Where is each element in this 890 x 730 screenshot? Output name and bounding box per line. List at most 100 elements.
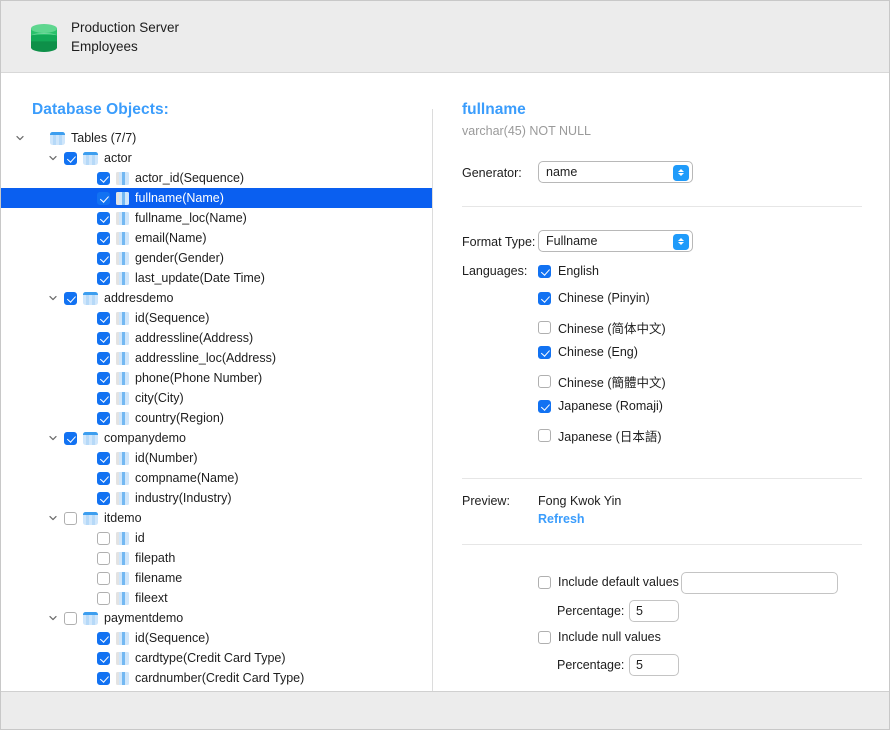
tree-item-label: filepath xyxy=(135,548,175,568)
tree-item-addresdemo[interactable]: addresdemo xyxy=(1,288,432,308)
tree-item-checkbox[interactable] xyxy=(97,452,110,465)
column-icon xyxy=(116,412,129,425)
column-icon xyxy=(116,572,129,585)
tree-item-actor-id-sequence[interactable]: actor_id(Sequence) xyxy=(1,168,432,188)
language-checkbox-chinese-eng[interactable]: Chinese (Eng) xyxy=(538,345,638,359)
selected-field-type: varchar(45) NOT NULL xyxy=(462,124,591,138)
tree-item-addressline-address[interactable]: addressline(Address) xyxy=(1,328,432,348)
page-title: Database Objects: xyxy=(32,101,169,119)
refresh-link[interactable]: Refresh xyxy=(538,512,585,526)
tree-item-checkbox[interactable] xyxy=(97,572,110,585)
generator-select[interactable]: name xyxy=(538,161,693,183)
chevron-down-icon[interactable] xyxy=(46,511,60,525)
tree-item-country-region[interactable]: country(Region) xyxy=(1,408,432,428)
tree-item-checkbox[interactable] xyxy=(97,412,110,425)
tree-item-label: Tables (7/7) xyxy=(71,128,136,148)
tree-item-label: fullname(Name) xyxy=(135,188,224,208)
tree-item-checkbox[interactable] xyxy=(97,552,110,565)
language-checkbox-chinese-pinyin[interactable]: Chinese (Pinyin) xyxy=(538,291,650,305)
tree-item-checkbox[interactable] xyxy=(97,252,110,265)
include-null-values-checkbox[interactable]: Include null values xyxy=(538,630,661,644)
tree-item-id-sequence[interactable]: id(Sequence) xyxy=(1,308,432,328)
tree-item-itdemo[interactable]: itdemo xyxy=(1,508,432,528)
tree-item-city-city[interactable]: city(City) xyxy=(1,388,432,408)
tree-item-fileext[interactable]: fileext xyxy=(1,588,432,608)
tree-item-tables-7-7[interactable]: Tables (7/7) xyxy=(1,128,432,148)
tree-item-label: city(City) xyxy=(135,388,184,408)
preview-label: Preview: xyxy=(462,494,510,508)
column-icon xyxy=(116,252,129,265)
tree-item-checkbox[interactable] xyxy=(97,652,110,665)
tree-item-cardnumber-credit-card-type[interactable]: cardnumber(Credit Card Type) xyxy=(1,668,432,688)
tree-item-phone-phone-number[interactable]: phone(Phone Number) xyxy=(1,368,432,388)
language-checkbox-japanese-romaji[interactable]: Japanese (Romaji) xyxy=(538,399,663,413)
selected-field-name: fullname xyxy=(462,101,526,119)
tree-item-checkbox[interactable] xyxy=(64,432,77,445)
chevron-down-icon[interactable] xyxy=(13,131,27,145)
tree-item-addressline-loc-address[interactable]: addressline_loc(Address) xyxy=(1,348,432,368)
tree-item-checkbox[interactable] xyxy=(97,472,110,485)
tree-item-cardtype-credit-card-type[interactable]: cardtype(Credit Card Type) xyxy=(1,648,432,668)
language-checkbox-japanese[interactable]: Japanese (日本語) xyxy=(538,426,662,445)
tree-item-checkbox[interactable] xyxy=(97,532,110,545)
format-type-select[interactable]: Fullname xyxy=(538,230,693,252)
tree-item-fullname-name[interactable]: fullname(Name) xyxy=(1,188,432,208)
tree-item-id[interactable]: id xyxy=(1,528,432,548)
tree-item-checkbox[interactable] xyxy=(97,492,110,505)
chevron-down-icon[interactable] xyxy=(46,291,60,305)
chevron-down-icon[interactable] xyxy=(46,431,60,445)
tree-item-content: addressline_loc(Address) xyxy=(1,348,276,368)
tree-item-checkbox[interactable] xyxy=(64,512,77,525)
tree-item-content: last_update(Date Time) xyxy=(1,268,265,288)
generator-label: Generator: xyxy=(462,166,522,180)
tree-item-checkbox[interactable] xyxy=(97,672,110,685)
database-cylinder-icon xyxy=(31,22,57,52)
tree-item-checkbox[interactable] xyxy=(97,352,110,365)
tree-item-checkbox[interactable] xyxy=(97,392,110,405)
database-objects-tree[interactable]: Tables (7/7)actoractor_id(Sequence)fulln… xyxy=(1,128,432,691)
tree-item-companydemo[interactable]: companydemo xyxy=(1,428,432,448)
default-percentage-input[interactable] xyxy=(629,600,679,622)
tree-item-content: fullname_loc(Name) xyxy=(1,208,247,228)
chevron-down-icon[interactable] xyxy=(46,151,60,165)
default-values-input[interactable] xyxy=(681,572,838,594)
chevron-down-icon[interactable] xyxy=(46,611,60,625)
tree-item-id-number[interactable]: id(Number) xyxy=(1,448,432,468)
tree-item-checkbox[interactable] xyxy=(97,592,110,605)
language-checkbox-english[interactable]: English xyxy=(538,264,599,278)
language-checkbox-chinese[interactable]: Chinese (簡體中文) xyxy=(538,372,666,391)
tree-item-checkbox[interactable] xyxy=(97,212,110,225)
tree-item-email-name[interactable]: email(Name) xyxy=(1,228,432,248)
tree-item-content: cardnumber(Credit Card Type) xyxy=(1,668,304,688)
tree-item-checkbox[interactable] xyxy=(97,232,110,245)
tree-item-filename[interactable]: filename xyxy=(1,568,432,588)
tree-item-label: cardnumber(Credit Card Type) xyxy=(135,668,304,688)
null-percentage-input[interactable] xyxy=(629,654,679,676)
tree-item-checkbox[interactable] xyxy=(64,152,77,165)
tree-item-paymentdemo[interactable]: paymentdemo xyxy=(1,608,432,628)
tree-item-checkbox[interactable] xyxy=(97,312,110,325)
include-default-values-checkbox[interactable]: Include default values xyxy=(538,575,679,589)
tree-item-actor[interactable]: actor xyxy=(1,148,432,168)
table-icon xyxy=(50,132,65,145)
tree-item-checkbox[interactable] xyxy=(97,272,110,285)
tree-item-industry-industry[interactable]: industry(Industry) xyxy=(1,488,432,508)
tree-item-checkbox[interactable] xyxy=(97,192,110,205)
tree-item-label: country(Region) xyxy=(135,408,224,428)
tree-item-checkbox[interactable] xyxy=(97,332,110,345)
tree-item-last-update-date-time[interactable]: last_update(Date Time) xyxy=(1,268,432,288)
tree-item-gender-gender[interactable]: gender(Gender) xyxy=(1,248,432,268)
tree-item-checkbox[interactable] xyxy=(97,632,110,645)
database-objects-pane: Database Objects: Tables (7/7)actoractor… xyxy=(1,74,432,691)
tree-item-id-sequence[interactable]: id(Sequence) xyxy=(1,628,432,648)
tree-item-compname-name[interactable]: compname(Name) xyxy=(1,468,432,488)
tree-item-checkbox[interactable] xyxy=(97,372,110,385)
tree-item-checkbox[interactable] xyxy=(64,292,77,305)
language-label: Japanese (Romaji) xyxy=(558,399,663,413)
language-checkbox-chinese[interactable]: Chinese (简体中文) xyxy=(538,318,666,337)
tree-item-fullname-loc-name[interactable]: fullname_loc(Name) xyxy=(1,208,432,228)
checkbox-box xyxy=(538,292,551,305)
tree-item-filepath[interactable]: filepath xyxy=(1,548,432,568)
tree-item-checkbox[interactable] xyxy=(97,172,110,185)
tree-item-checkbox[interactable] xyxy=(64,612,77,625)
